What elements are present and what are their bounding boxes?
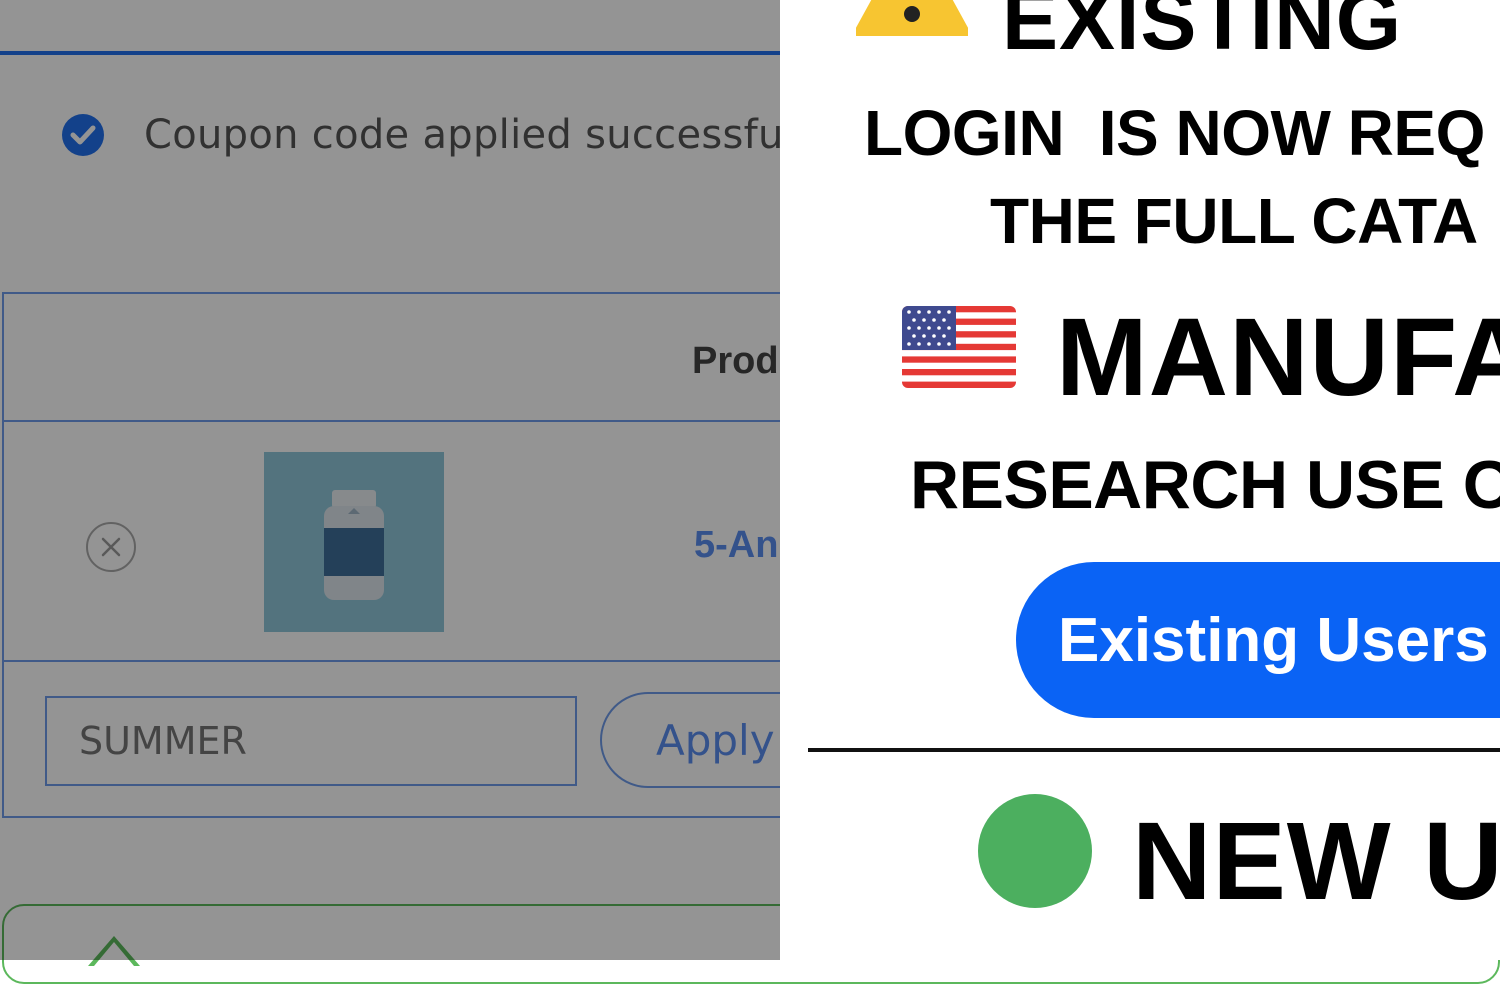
- manufactured-heading: MANUFA: [1056, 296, 1500, 419]
- login-required-text: LOGIN IS NOW REQ: [864, 97, 1485, 169]
- us-flag-icon: [902, 306, 1016, 388]
- full-catalog-text: THE FULL CATA: [990, 185, 1478, 257]
- research-use-text: RESEARCH USE O: [910, 447, 1500, 523]
- new-users-heading: NEW U: [1132, 800, 1500, 923]
- green-dot-icon: [978, 794, 1092, 908]
- modal-divider: [808, 748, 1500, 752]
- warning-triangle-icon: [856, 0, 968, 36]
- existing-users-login-button[interactable]: Existing Users: [1016, 562, 1500, 718]
- login-required-modal: EXISTING LOGIN IS NOW REQ THE FULL CATA …: [780, 0, 1500, 960]
- modal-heading: EXISTING: [1002, 0, 1403, 67]
- modal-backdrop[interactable]: [0, 0, 780, 960]
